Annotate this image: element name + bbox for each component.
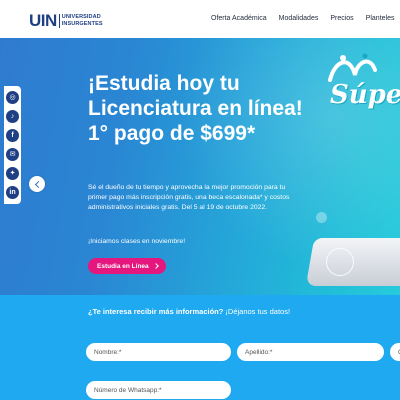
logo-mark: UIN — [29, 11, 57, 30]
study-online-label: Estudia en Línea — [97, 262, 149, 270]
nav-oferta-academica[interactable]: Oferta Académica — [211, 15, 267, 22]
lastname-placeholder: Apellido:* — [245, 348, 273, 356]
hero-note: ¡Iniciamos clases en noviembre! — [88, 238, 186, 245]
decorative-dot — [316, 212, 327, 223]
nav-planteles[interactable]: Planteles — [366, 15, 395, 22]
extra-input[interactable]: C — [390, 343, 400, 361]
carousel-prev-button[interactable] — [29, 176, 45, 192]
super-badge: Súpe — [330, 80, 400, 110]
study-online-button[interactable]: Estudia en Línea — [88, 258, 166, 274]
chevron-right-icon — [152, 263, 159, 269]
linkedin-icon[interactable]: in — [6, 186, 19, 199]
nav-precios[interactable]: Precios — [330, 15, 353, 22]
lead-form-section: ¿Te interesa recibir más información? ¡D… — [0, 295, 400, 400]
name-input[interactable]: Nombre:* — [86, 343, 231, 361]
tiktok-icon[interactable]: ♪ — [6, 110, 19, 123]
main-nav: Oferta Académica Modalidades Precios Pla… — [211, 15, 394, 22]
site-header: UIN UNIVERSIDAD INSURGENTES Oferta Acadé… — [0, 0, 400, 38]
logo-divider — [58, 13, 60, 28]
form-title-cta: ¡Déjanos tus datos! — [223, 307, 291, 316]
hero-banner: Súpe ¡Estudia hoy tu Licenciatura en lín… — [0, 38, 400, 295]
name-placeholder: Nombre:* — [94, 348, 122, 356]
twitter-icon[interactable]: ✦ — [6, 167, 19, 180]
university-logo[interactable]: UIN UNIVERSIDAD INSURGENTES — [29, 12, 103, 29]
logo-wordmark: UNIVERSIDAD INSURGENTES — [62, 14, 103, 28]
chevron-left-icon — [34, 180, 42, 188]
form-title-question: ¿Te interesa recibir más información? — [88, 307, 224, 316]
hero-description: Sé el dueño de tu tiempo y aprovecha la … — [88, 184, 290, 211]
email-icon[interactable]: ✉ — [6, 148, 19, 161]
facebook-icon[interactable]: f — [6, 129, 19, 142]
nav-modalidades[interactable]: Modalidades — [279, 15, 319, 22]
lastname-input[interactable]: Apellido:* — [237, 343, 384, 361]
logo-line-2: INSURGENTES — [61, 20, 103, 27]
hero-title: ¡Estudia hoy tu Licenciatura en línea! 1… — [88, 72, 303, 145]
decorative-ring — [326, 248, 354, 276]
social-bar: ◎ ♪ f ✉ ✦ in — [4, 86, 21, 204]
whatsapp-input[interactable]: Número de Whatsapp:* — [86, 381, 231, 399]
instagram-icon[interactable]: ◎ — [6, 91, 19, 104]
form-title: ¿Te interesa recibir más información? ¡D… — [88, 307, 290, 316]
logo-line-1: UNIVERSIDAD — [61, 13, 101, 20]
whatsapp-placeholder: Número de Whatsapp:* — [94, 386, 162, 394]
